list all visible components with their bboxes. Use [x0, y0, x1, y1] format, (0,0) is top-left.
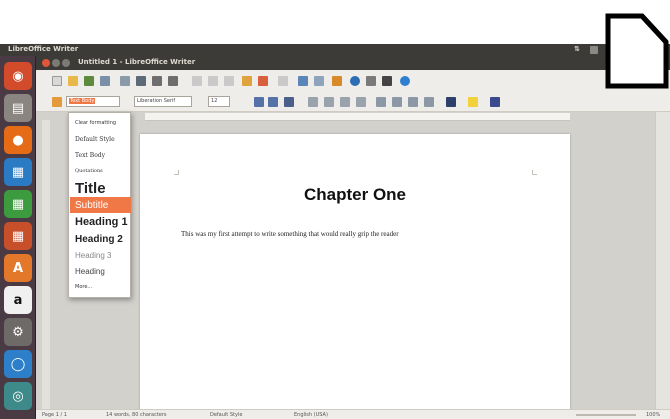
- navigator-icon[interactable]: [350, 76, 360, 86]
- zoom-slider[interactable]: [576, 414, 636, 416]
- numbering-icon[interactable]: [392, 97, 402, 107]
- clone-formatting-icon[interactable]: [242, 76, 252, 86]
- minimize-window-button[interactable]: [52, 59, 60, 67]
- style-menu-item[interactable]: Heading 1: [70, 213, 131, 230]
- margin-corner-mark: [174, 170, 179, 175]
- highlight-icon[interactable]: [468, 97, 478, 107]
- style-menu-item[interactable]: Default Style: [70, 131, 131, 147]
- font-name-combo[interactable]: Liberation Serif: [134, 96, 192, 107]
- indent-icon[interactable]: [408, 97, 418, 107]
- body-paragraph: This was my first attempt to write somet…: [181, 230, 399, 238]
- style-menu-item[interactable]: Heading 2: [70, 231, 131, 247]
- top-panel: LibreOffice Writer ⇅: [0, 44, 670, 56]
- software-center-icon[interactable]: A: [4, 254, 32, 282]
- draw-functions-icon[interactable]: [332, 76, 342, 86]
- amazon-icon[interactable]: a: [4, 286, 32, 314]
- document-page[interactable]: Chapter One This was my first attempt to…: [140, 134, 570, 414]
- font-size-combo[interactable]: 12: [208, 96, 230, 107]
- save-icon[interactable]: [84, 76, 94, 86]
- redo-icon[interactable]: [278, 76, 288, 86]
- toolbars: Text Body Liberation Serif 12: [36, 70, 670, 112]
- style-menu-item-selected[interactable]: Subtitle: [70, 197, 131, 213]
- font-color-letter-icon[interactable]: [284, 97, 294, 107]
- style-menu-item[interactable]: Text Body: [70, 147, 131, 163]
- horizontal-ruler[interactable]: [145, 113, 570, 121]
- update-icon[interactable]: ◎: [4, 382, 32, 410]
- paste-icon[interactable]: [224, 76, 234, 86]
- undo-icon[interactable]: [258, 76, 268, 86]
- align-center-icon[interactable]: [324, 97, 334, 107]
- bullets-icon[interactable]: [376, 97, 386, 107]
- align-left-icon[interactable]: [308, 97, 318, 107]
- pdf-export-icon[interactable]: [100, 76, 110, 86]
- style-menu-item[interactable]: Clear formatting: [70, 115, 131, 131]
- hyperlink-icon[interactable]: [298, 76, 308, 86]
- launcher: ◉ ▤ ● ▦ ▦ ▦ A a ⚙ ◯ ◎: [0, 56, 36, 419]
- window-title: Untitled 1 - LibreOffice Writer: [78, 58, 196, 66]
- ubuntu-dash-icon[interactable]: ◉: [4, 62, 32, 90]
- settings-icon[interactable]: ⚙: [4, 318, 32, 346]
- paragraph-style-value: Text Body: [69, 98, 96, 104]
- gallery-icon[interactable]: [366, 76, 376, 86]
- margin-corner-mark: [532, 170, 537, 175]
- chapter-heading: Chapter One: [303, 185, 407, 204]
- help-icon[interactable]: [400, 76, 410, 86]
- grow-font-icon[interactable]: [254, 97, 264, 107]
- style-menu-more[interactable]: More...: [70, 279, 131, 295]
- network-indicator-icon[interactable]: [590, 46, 598, 54]
- autospell-icon[interactable]: [168, 76, 178, 86]
- files-icon[interactable]: ▤: [4, 94, 32, 122]
- window-titlebar: Untitled 1 - LibreOffice Writer: [36, 56, 670, 70]
- status-bar: Page 1 / 1 14 words, 80 characters Defau…: [36, 409, 670, 419]
- open-folder-icon[interactable]: [68, 76, 78, 86]
- outdent-icon[interactable]: [424, 97, 434, 107]
- style-menu-item[interactable]: Heading 3: [70, 247, 131, 263]
- style-menu-item[interactable]: Heading: [70, 263, 131, 279]
- print-preview-icon[interactable]: [136, 76, 146, 86]
- vertical-ruler[interactable]: [42, 120, 50, 409]
- vertical-scrollbar[interactable]: [655, 112, 670, 409]
- shrink-font-icon[interactable]: [268, 97, 278, 107]
- font-color-icon[interactable]: [446, 97, 456, 107]
- status-page-style[interactable]: Default Style: [210, 412, 242, 418]
- justify-icon[interactable]: [356, 97, 366, 107]
- status-language[interactable]: English (USA): [294, 412, 328, 418]
- new-document-icon[interactable]: [52, 76, 62, 86]
- close-window-button[interactable]: [42, 59, 50, 67]
- status-word-count: 14 words, 80 characters: [106, 412, 167, 418]
- writer-icon[interactable]: ▦: [4, 158, 32, 186]
- status-page: Page 1 / 1: [42, 412, 67, 418]
- maximize-window-button[interactable]: [62, 59, 70, 67]
- screen-top-margin: [0, 0, 670, 44]
- ubuntu-one-icon[interactable]: ◯: [4, 350, 32, 378]
- spellcheck-icon[interactable]: [152, 76, 162, 86]
- status-zoom[interactable]: 100%: [646, 412, 660, 418]
- firefox-icon[interactable]: ●: [4, 126, 32, 154]
- paragraph-style-menu: Clear formatting Default Style Text Body…: [68, 112, 131, 298]
- cut-icon[interactable]: [192, 76, 202, 86]
- paragraph-style-combo[interactable]: Text Body: [66, 96, 120, 107]
- styles-icon[interactable]: [52, 97, 62, 107]
- calc-icon[interactable]: ▦: [4, 190, 32, 218]
- style-menu-item[interactable]: Quotations: [70, 163, 131, 179]
- document-corner-icon: [605, 13, 669, 89]
- table-icon[interactable]: [314, 76, 324, 86]
- impress-icon[interactable]: ▦: [4, 222, 32, 250]
- print-icon[interactable]: [120, 76, 130, 86]
- panel-app-name: LibreOffice Writer: [8, 45, 79, 53]
- align-right-icon[interactable]: [340, 97, 350, 107]
- style-menu-item[interactable]: Title: [70, 179, 131, 197]
- keyboard-indicator-icon[interactable]: ⇅: [574, 45, 580, 53]
- background-color-icon[interactable]: [490, 97, 500, 107]
- nonprinting-chars-icon[interactable]: [382, 76, 392, 86]
- copy-icon[interactable]: [208, 76, 218, 86]
